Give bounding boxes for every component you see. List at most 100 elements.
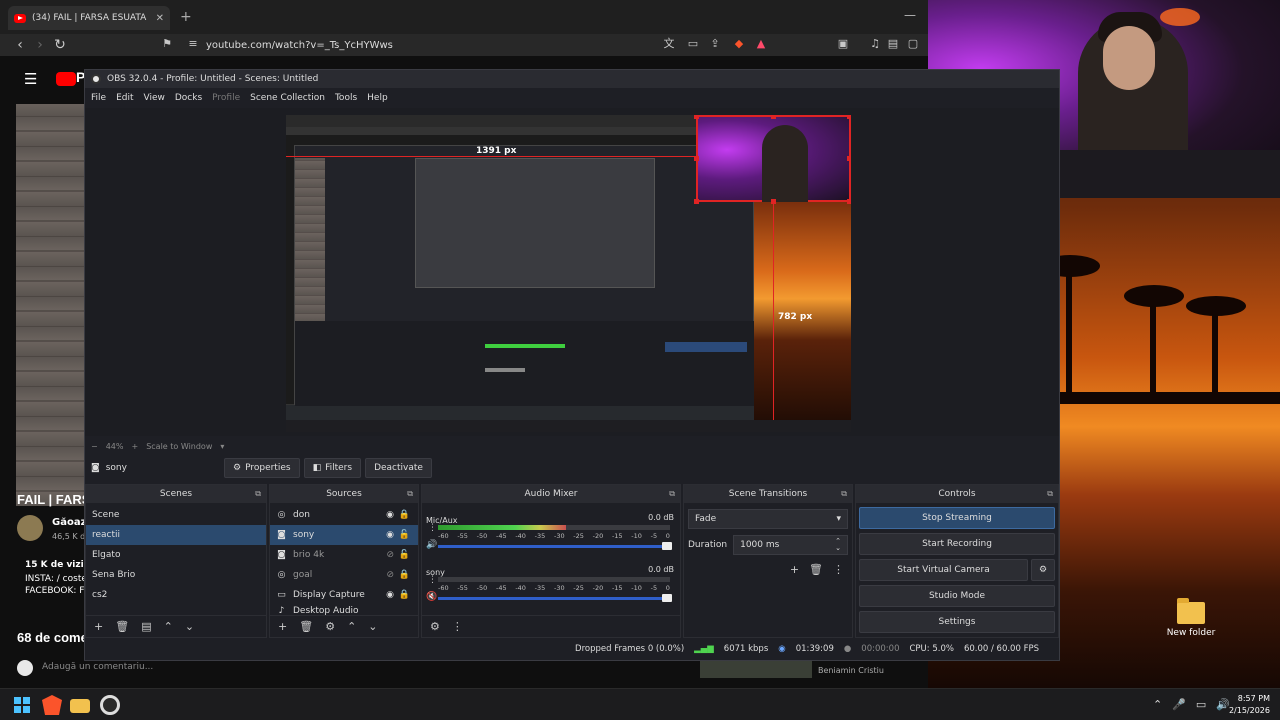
preview-webcam-source[interactable] [696, 115, 851, 202]
lock-icon[interactable]: 🔒 [399, 570, 410, 580]
menu-edit[interactable]: Edit [116, 93, 133, 103]
source-item[interactable]: ◎ goal ⊘ 🔒 [270, 565, 418, 585]
remove-source-icon[interactable]: 🗑 [299, 620, 313, 633]
add-comment-input[interactable]: Adaugă un comentariu... [42, 662, 153, 672]
eye-hidden-icon[interactable]: ⊘ [386, 570, 394, 580]
resize-handle[interactable] [771, 115, 776, 119]
obs-taskbar-icon[interactable] [100, 695, 120, 715]
close-icon[interactable]: ✕ [156, 13, 164, 24]
reload-icon[interactable]: ↻ [52, 36, 68, 54]
speaker-icon[interactable]: 🔊 [426, 540, 437, 550]
scene-item[interactable]: Scene [86, 505, 266, 525]
start-virtual-camera-button[interactable]: Start Virtual Camera [859, 559, 1028, 581]
eye-hidden-icon[interactable]: ⊘ [386, 550, 394, 560]
source-item-selected[interactable]: ◙ sony ◉ 🔓 [270, 525, 418, 545]
transition-select[interactable]: Fade ▾ [688, 509, 848, 529]
zoom-out-icon[interactable]: − [91, 442, 98, 451]
wallet-icon[interactable]: ▢ [906, 37, 920, 51]
recommended-thumbnail[interactable] [700, 658, 812, 678]
remove-scene-icon[interactable]: 🗑 [115, 620, 129, 633]
move-down-icon[interactable]: ⌄ [185, 620, 194, 633]
back-icon[interactable]: ‹ [12, 36, 28, 54]
scene-filters-icon[interactable]: ▤ [141, 620, 151, 633]
duration-spinbox[interactable]: 1000 ms ⌃ ⌄ [733, 535, 848, 555]
brave-browser-icon[interactable] [42, 695, 62, 715]
menu-file[interactable]: File [91, 93, 106, 103]
menu-scene-collection[interactable]: Scene Collection [250, 93, 325, 103]
new-tab-icon[interactable]: + [180, 9, 192, 25]
microphone-icon[interactable]: 🎤 [1172, 698, 1186, 711]
sidebar-toggle-icon[interactable]: ▣ [836, 37, 850, 51]
preview-canvas[interactable]: 1391 px 782 px [286, 115, 851, 432]
mixer-menu-icon[interactable]: ⋮ [452, 620, 463, 633]
virtual-camera-settings-icon[interactable]: ⚙ [1031, 559, 1055, 581]
channel-menu-icon[interactable]: ⋮ [428, 523, 437, 533]
unlock-icon[interactable]: 🔓 [399, 550, 410, 560]
resize-handle[interactable] [847, 199, 851, 204]
remove-transition-icon[interactable]: 🗑 [809, 563, 823, 576]
start-recording-button[interactable]: Start Recording [859, 533, 1055, 555]
scale-mode[interactable]: Scale to Window [146, 442, 212, 451]
media-icon[interactable]: ♫ [868, 37, 882, 51]
scene-item[interactable]: cs2 [86, 585, 266, 605]
undock-icon[interactable]: ⧉ [407, 485, 413, 503]
muted-speaker-icon[interactable]: 🔇 [426, 592, 437, 602]
minimize-icon[interactable]: — [904, 8, 916, 22]
transition-menu-icon[interactable]: ⋮ [833, 563, 844, 576]
taskbar-clock[interactable]: 8:57 PM 2/15/2026 [1229, 693, 1270, 717]
resize-handle[interactable] [847, 115, 851, 119]
undock-icon[interactable]: ⧉ [1047, 485, 1053, 503]
resize-handle[interactable] [694, 199, 699, 204]
filters-button[interactable]: ◧ Filters [303, 458, 362, 478]
source-properties-icon[interactable]: ⚙ [325, 620, 335, 633]
forward-icon[interactable]: › [32, 36, 48, 54]
eye-icon[interactable]: ◉ [386, 510, 394, 520]
move-up-icon[interactable]: ⌃ [347, 620, 356, 633]
eye-icon[interactable]: ◉ [386, 530, 394, 540]
browser-tab[interactable]: (34) FAIL | FARSA ESUATA ! ! ! FU ✕ [8, 6, 170, 30]
move-down-icon[interactable]: ⌄ [368, 620, 377, 633]
scene-item-selected[interactable]: reactii [86, 525, 266, 545]
menu-docks[interactable]: Docks [175, 93, 202, 103]
settings-button[interactable]: Settings [859, 611, 1055, 633]
windows-start-icon[interactable] [14, 697, 30, 713]
cast-icon[interactable]: ▭ [686, 37, 700, 51]
undock-icon[interactable]: ⧉ [841, 485, 847, 503]
deactivate-button[interactable]: Deactivate [365, 458, 432, 478]
chevron-up-icon[interactable]: ⌃ [1153, 698, 1162, 711]
share-icon[interactable]: ⇪ [708, 37, 722, 51]
eye-icon[interactable]: ◉ [386, 590, 394, 600]
desktop-folder[interactable]: New folder [1166, 598, 1216, 638]
menu-view[interactable]: View [144, 93, 165, 103]
zoom-in-icon[interactable]: + [131, 442, 138, 451]
menu-help[interactable]: Help [367, 93, 388, 103]
volume-slider[interactable] [438, 542, 672, 550]
reading-list-icon[interactable]: ▤ [886, 37, 900, 51]
source-item[interactable]: ▭ Display Capture ◉ 🔒 [270, 585, 418, 605]
resize-handle[interactable] [694, 115, 699, 119]
volume-icon[interactable]: 🔊 [1216, 698, 1230, 711]
stop-streaming-button[interactable]: Stop Streaming [859, 507, 1055, 529]
source-item[interactable]: ◙ brio 4k ⊘ 🔓 [270, 545, 418, 565]
youtube-logo-icon[interactable] [56, 72, 76, 86]
lock-icon[interactable]: 🔒 [399, 510, 410, 520]
brave-rewards-icon[interactable]: ▲ [754, 37, 768, 51]
lock-icon[interactable]: 🔒 [399, 590, 410, 600]
add-transition-icon[interactable]: + [790, 563, 799, 576]
add-source-icon[interactable]: + [278, 620, 287, 633]
source-item[interactable]: ◎ don ◉ 🔒 [270, 505, 418, 525]
menu-tools[interactable]: Tools [335, 93, 357, 103]
studio-mode-button[interactable]: Studio Mode [859, 585, 1055, 607]
file-explorer-icon[interactable] [70, 699, 90, 713]
channel-menu-icon[interactable]: ⋮ [428, 575, 437, 585]
scene-item[interactable]: Elgato [86, 545, 266, 565]
volume-knob[interactable] [662, 594, 672, 602]
advanced-audio-icon[interactable]: ⚙ [430, 620, 440, 633]
menu-profile[interactable]: Profile [212, 93, 240, 103]
spin-arrows-icon[interactable]: ⌃ ⌄ [835, 538, 841, 552]
video-player[interactable] [16, 104, 86, 506]
undock-icon[interactable]: ⧉ [255, 485, 261, 503]
network-icon[interactable]: ▭ [1196, 698, 1206, 711]
channel-avatar[interactable] [17, 515, 43, 541]
properties-button[interactable]: ⚙ Properties [224, 458, 300, 478]
